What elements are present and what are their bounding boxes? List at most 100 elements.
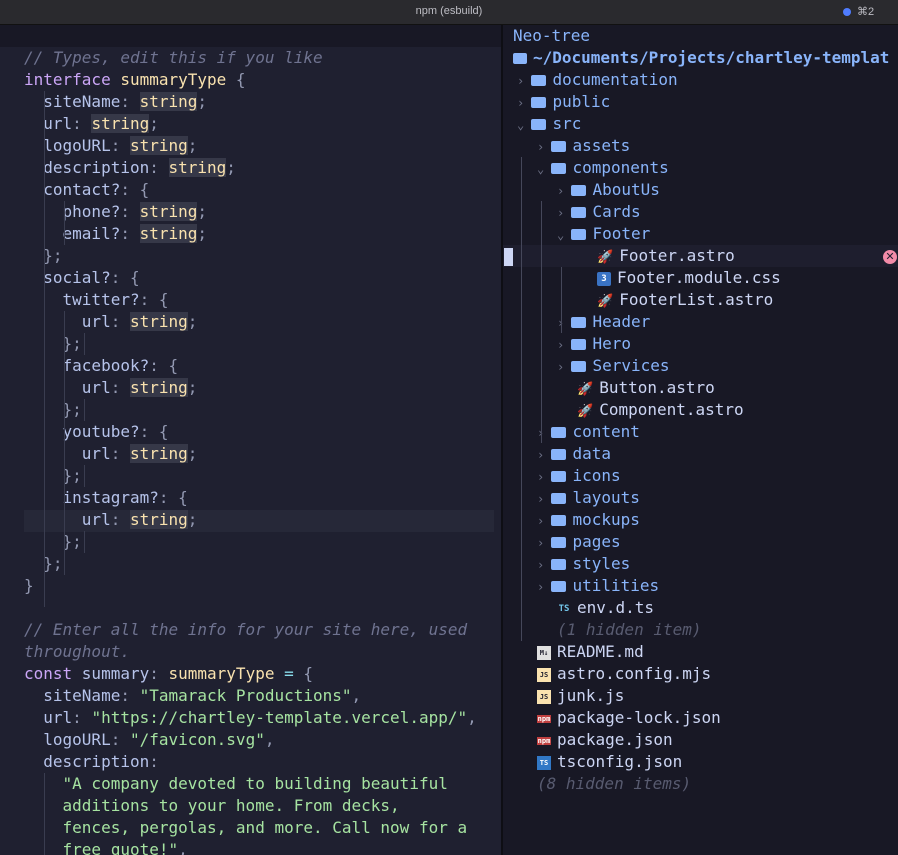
code-line[interactable]: social?: {	[24, 267, 139, 289]
tree-root[interactable]: ~/Documents/Projects/chartley-templat	[513, 47, 889, 69]
tree-folder[interactable]: › Hero	[557, 333, 631, 355]
tree-folder[interactable]: › public	[517, 91, 610, 113]
tree-folder[interactable]: › pages	[537, 531, 621, 553]
code-line[interactable]: // Enter all the info for your site here…	[24, 619, 467, 641]
code-line[interactable]: fences, pergolas, and more. Call now for…	[24, 817, 468, 839]
chevron-right-icon[interactable]: ›	[557, 360, 571, 374]
code-line[interactable]: logoURL: "/favicon.svg",	[24, 729, 274, 751]
code-token: contact?	[43, 180, 121, 199]
tree-hidden-note: (8 hidden items)	[537, 773, 691, 795]
code-line[interactable]: youtube?: {	[24, 421, 169, 443]
code-line[interactable]: url: "https://chartley-template.vercel.a…	[24, 707, 477, 729]
tree-file[interactable]: 🚀 Footer.astro	[597, 245, 735, 267]
folder-icon	[551, 515, 567, 526]
code-line[interactable]: logoURL: string;	[24, 135, 197, 157]
code-line[interactable]: }	[24, 575, 34, 597]
tree-folder[interactable]: › Header	[557, 311, 650, 333]
tree-folder[interactable]: › documentation	[517, 69, 678, 91]
neo-tree-panel[interactable]: ✕ Neo-tree ~/Documents/Projects/chartley…	[503, 25, 898, 855]
code-line[interactable]: const summary: summaryType = {	[24, 663, 313, 685]
code-line[interactable]: };	[24, 399, 82, 421]
tree-folder[interactable]: › mockups	[537, 509, 640, 531]
chevron-down-icon[interactable]: ⌄	[537, 162, 551, 176]
chevron-right-icon[interactable]: ›	[537, 470, 551, 484]
chevron-right-icon[interactable]: ›	[537, 536, 551, 550]
code-editor[interactable]: // Types, edit this if you like interface…	[0, 25, 501, 855]
tree-folder[interactable]: › content	[537, 421, 640, 443]
tree-file[interactable]: npm package.json	[537, 729, 673, 751]
code-line[interactable]: additions to your home. From decks,	[24, 795, 400, 817]
code-line[interactable]: free quote!",	[24, 839, 188, 855]
code-line[interactable]: "A company devoted to building beautiful	[24, 773, 448, 795]
chevron-right-icon[interactable]: ›	[517, 96, 531, 110]
chevron-right-icon[interactable]: ›	[537, 580, 551, 594]
chevron-down-icon[interactable]: ⌄	[557, 228, 571, 242]
code-line[interactable]: instagram?: {	[24, 487, 188, 509]
chevron-right-icon[interactable]: ›	[537, 514, 551, 528]
tree-file[interactable]: TS tsconfig.json	[537, 751, 682, 773]
code-line[interactable]: siteName: "Tamarack Productions",	[24, 685, 361, 707]
code-line[interactable]: contact?: {	[24, 179, 149, 201]
tree-folder[interactable]: › styles	[537, 553, 630, 575]
tree-folder[interactable]: › icons	[537, 465, 621, 487]
chevron-right-icon[interactable]: ›	[537, 492, 551, 506]
code-line[interactable]: url: string;	[24, 377, 197, 399]
tree-file[interactable]: npm package-lock.json	[537, 707, 721, 729]
folder-icon	[551, 537, 567, 548]
code-line[interactable]: throughout.	[24, 641, 130, 663]
code-line[interactable]: email?: string;	[24, 223, 207, 245]
chevron-right-icon[interactable]: ›	[537, 426, 551, 440]
chevron-right-icon[interactable]: ›	[557, 316, 571, 330]
folder-icon	[551, 471, 567, 482]
code-line[interactable]: };	[24, 531, 82, 553]
tree-file[interactable]: TS env.d.ts	[557, 597, 654, 619]
code-line[interactable]: facebook?: {	[24, 355, 179, 377]
code-line[interactable]: description:	[24, 751, 159, 773]
tree-file[interactable]: JS astro.config.mjs	[537, 663, 711, 685]
code-token: :	[110, 378, 130, 397]
tree-folder[interactable]: ⌄ src	[517, 113, 581, 135]
tree-file[interactable]: 🚀 Button.astro	[577, 377, 715, 399]
code-token: ;	[187, 312, 198, 331]
chevron-right-icon[interactable]: ›	[557, 206, 571, 220]
chevron-right-icon[interactable]: ›	[537, 448, 551, 462]
code-line[interactable]: phone?: string;	[24, 201, 207, 223]
tree-file[interactable]: M↓ README.md	[537, 641, 644, 663]
chevron-right-icon[interactable]: ›	[557, 184, 571, 198]
npm-file-icon: npm	[537, 736, 551, 745]
tree-file[interactable]: 🚀 Component.astro	[577, 399, 744, 421]
code-line[interactable]: };	[24, 465, 82, 487]
code-line[interactable]: description: string;	[24, 157, 236, 179]
chevron-right-icon[interactable]: ›	[537, 140, 551, 154]
close-icon[interactable]: ✕	[883, 250, 897, 264]
code-line[interactable]: interface summaryType {	[24, 69, 246, 91]
code-line[interactable]: twitter?: {	[24, 289, 169, 311]
tree-folder[interactable]: › data	[537, 443, 611, 465]
tree-folder[interactable]: › assets	[537, 135, 630, 157]
chevron-right-icon[interactable]: ›	[557, 338, 571, 352]
code-line[interactable]: url: string;	[24, 311, 197, 333]
tree-file[interactable]: 3 Footer.module.css	[597, 267, 781, 289]
code-line[interactable]: };	[24, 333, 82, 355]
code-line[interactable]: url: string;	[24, 443, 197, 465]
tree-folder[interactable]: › layouts	[537, 487, 640, 509]
folder-icon	[531, 97, 547, 108]
chevron-down-icon[interactable]: ⌄	[517, 118, 531, 132]
tree-file[interactable]: JS junk.js	[537, 685, 624, 707]
tree-folder[interactable]: › utilities	[537, 575, 659, 597]
chevron-right-icon[interactable]: ›	[537, 558, 551, 572]
tree-folder[interactable]: ⌄ Footer	[557, 223, 650, 245]
code-line[interactable]: // Types, edit this if you like	[24, 47, 323, 69]
tree-folder[interactable]: › Cards	[557, 201, 641, 223]
code-line[interactable]: siteName: string;	[24, 91, 207, 113]
code-line[interactable]: url: string;	[24, 509, 197, 531]
tree-folder[interactable]: ⌄ components	[537, 157, 669, 179]
tree-file[interactable]: 🚀 FooterList.astro	[597, 289, 773, 311]
indent-guide	[84, 333, 85, 355]
tree-folder[interactable]: › Services	[557, 355, 670, 377]
chevron-right-icon[interactable]: ›	[517, 74, 531, 88]
tree-folder[interactable]: › AboutUs	[557, 179, 660, 201]
